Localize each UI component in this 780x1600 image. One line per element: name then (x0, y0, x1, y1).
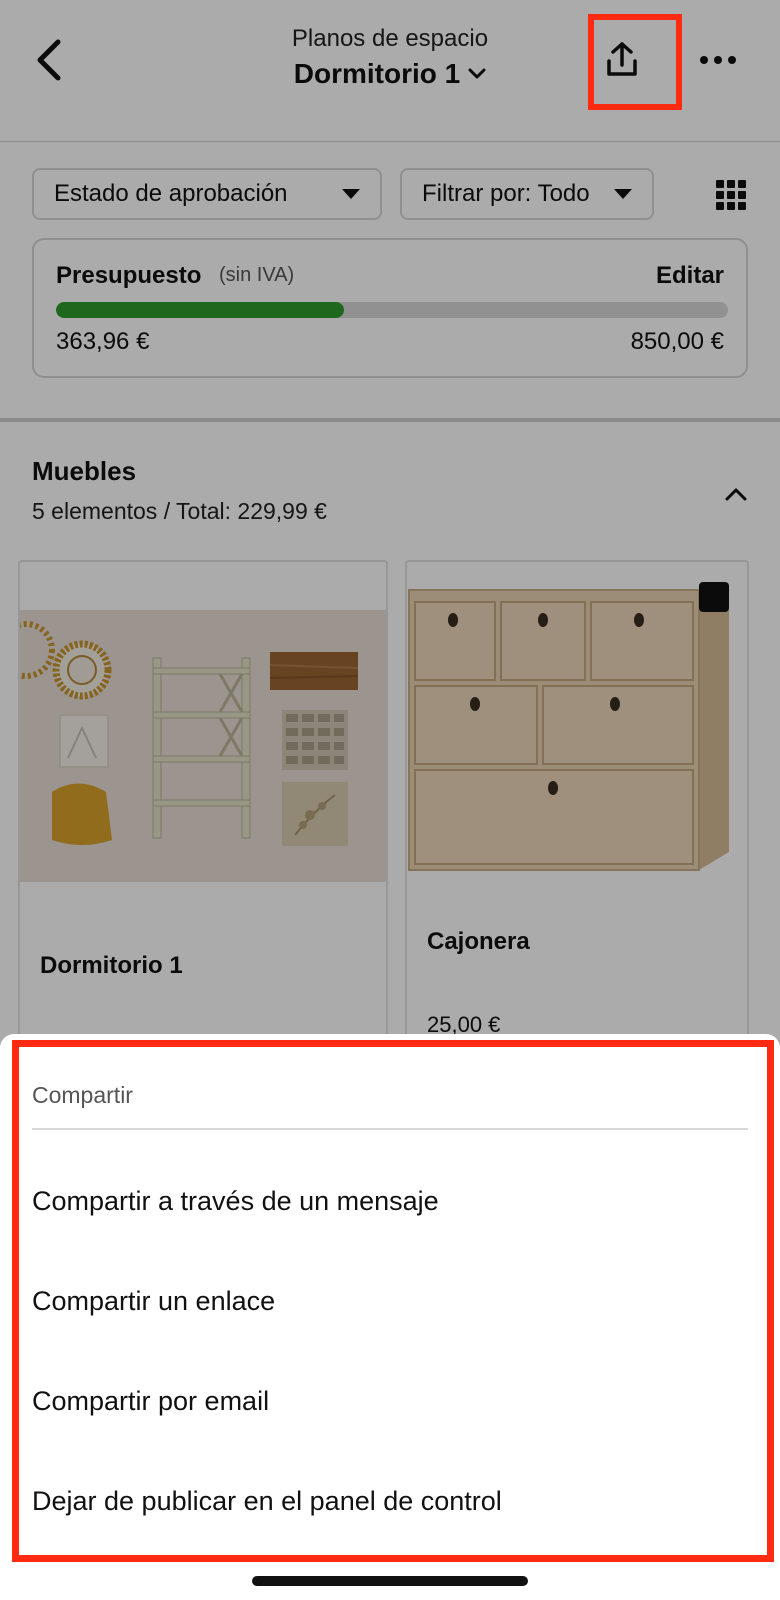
home-indicator (252, 1576, 528, 1586)
share-button-highlight (588, 14, 682, 110)
share-sheet-highlight (12, 1040, 774, 1562)
app-screen: Planos de espacio Dormitorio 1 Estado de… (0, 0, 780, 1600)
